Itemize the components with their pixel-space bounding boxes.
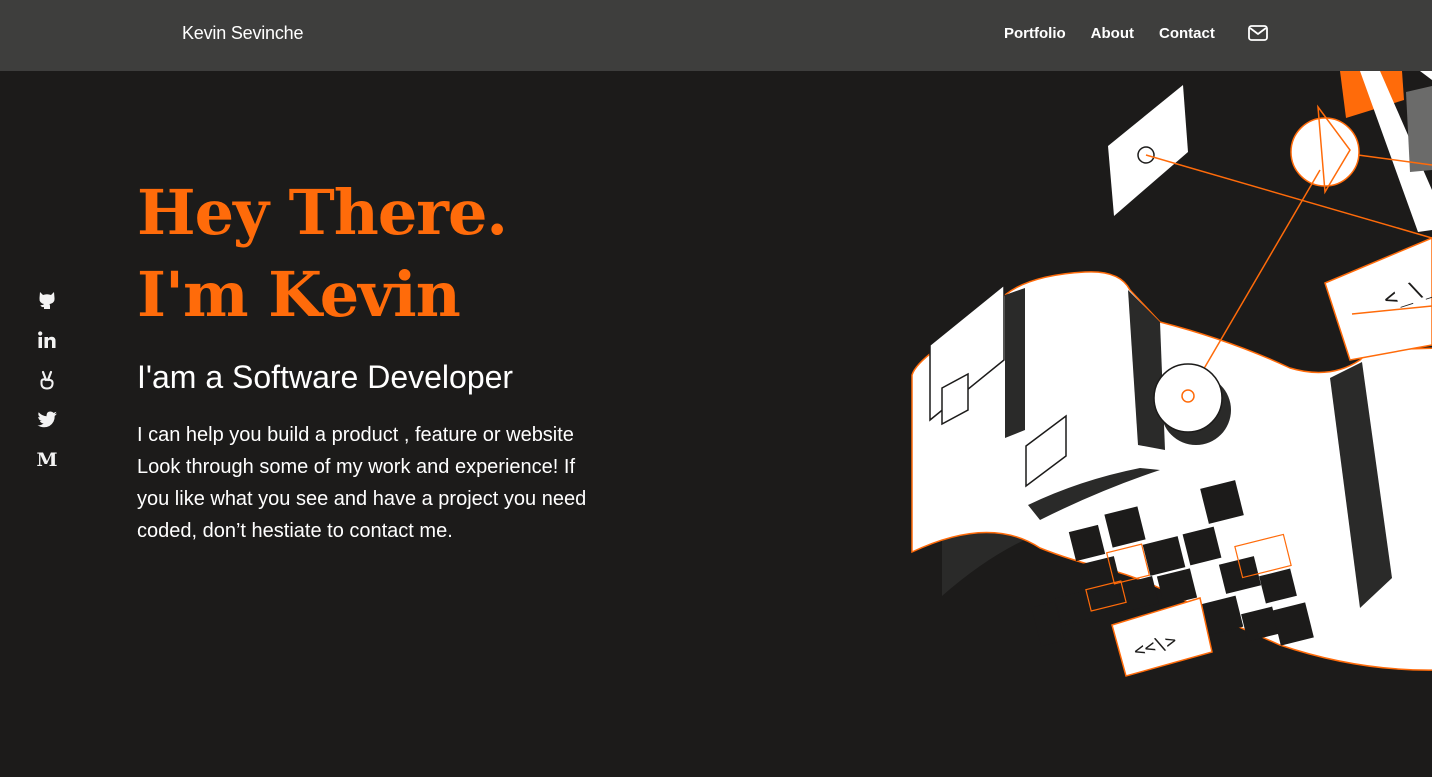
github-icon[interactable] [36,289,58,311]
brand-name[interactable]: Kevin Sevinche [182,23,303,44]
hero-description-line: you like what you see and have a project… [137,488,587,510]
hero-heading: Hey There. I'm Kevin [137,172,508,336]
hero-illustration: <_\_ <<\> [911,71,1432,677]
hero-subtitle: I'am a Software Developer [137,359,514,395]
page: Kevin Sevinche Portfolio About Contact M… [0,0,1432,777]
main-nav: Portfolio About Contact [1004,25,1268,43]
angellist-icon[interactable] [36,369,58,391]
hero-heading-line-2: I'm Kevin [137,258,461,331]
nav-link-contact[interactable]: Contact [1159,25,1215,43]
nav-link-about[interactable]: About [1091,25,1134,43]
linkedin-icon[interactable] [36,329,58,351]
twitter-icon[interactable] [36,409,58,431]
hero-description: I can help you build a product , feature… [137,419,637,547]
hero-heading-line-1: Hey There. [137,176,508,249]
top-navigation-bar: Kevin Sevinche Portfolio About Contact [0,0,1432,71]
nav-link-portfolio[interactable]: Portfolio [1004,25,1066,43]
hero-description-line: Look through some of my work and experie… [137,456,576,478]
medium-icon[interactable]: M [36,449,58,471]
social-links: M [36,289,58,489]
medium-letter: M [36,449,58,471]
mail-icon[interactable] [1247,22,1269,44]
hero-description-line: I can help you build a product , feature… [137,424,574,446]
hero-description-line: coded, don’t hestiate to contact me. [137,520,453,542]
